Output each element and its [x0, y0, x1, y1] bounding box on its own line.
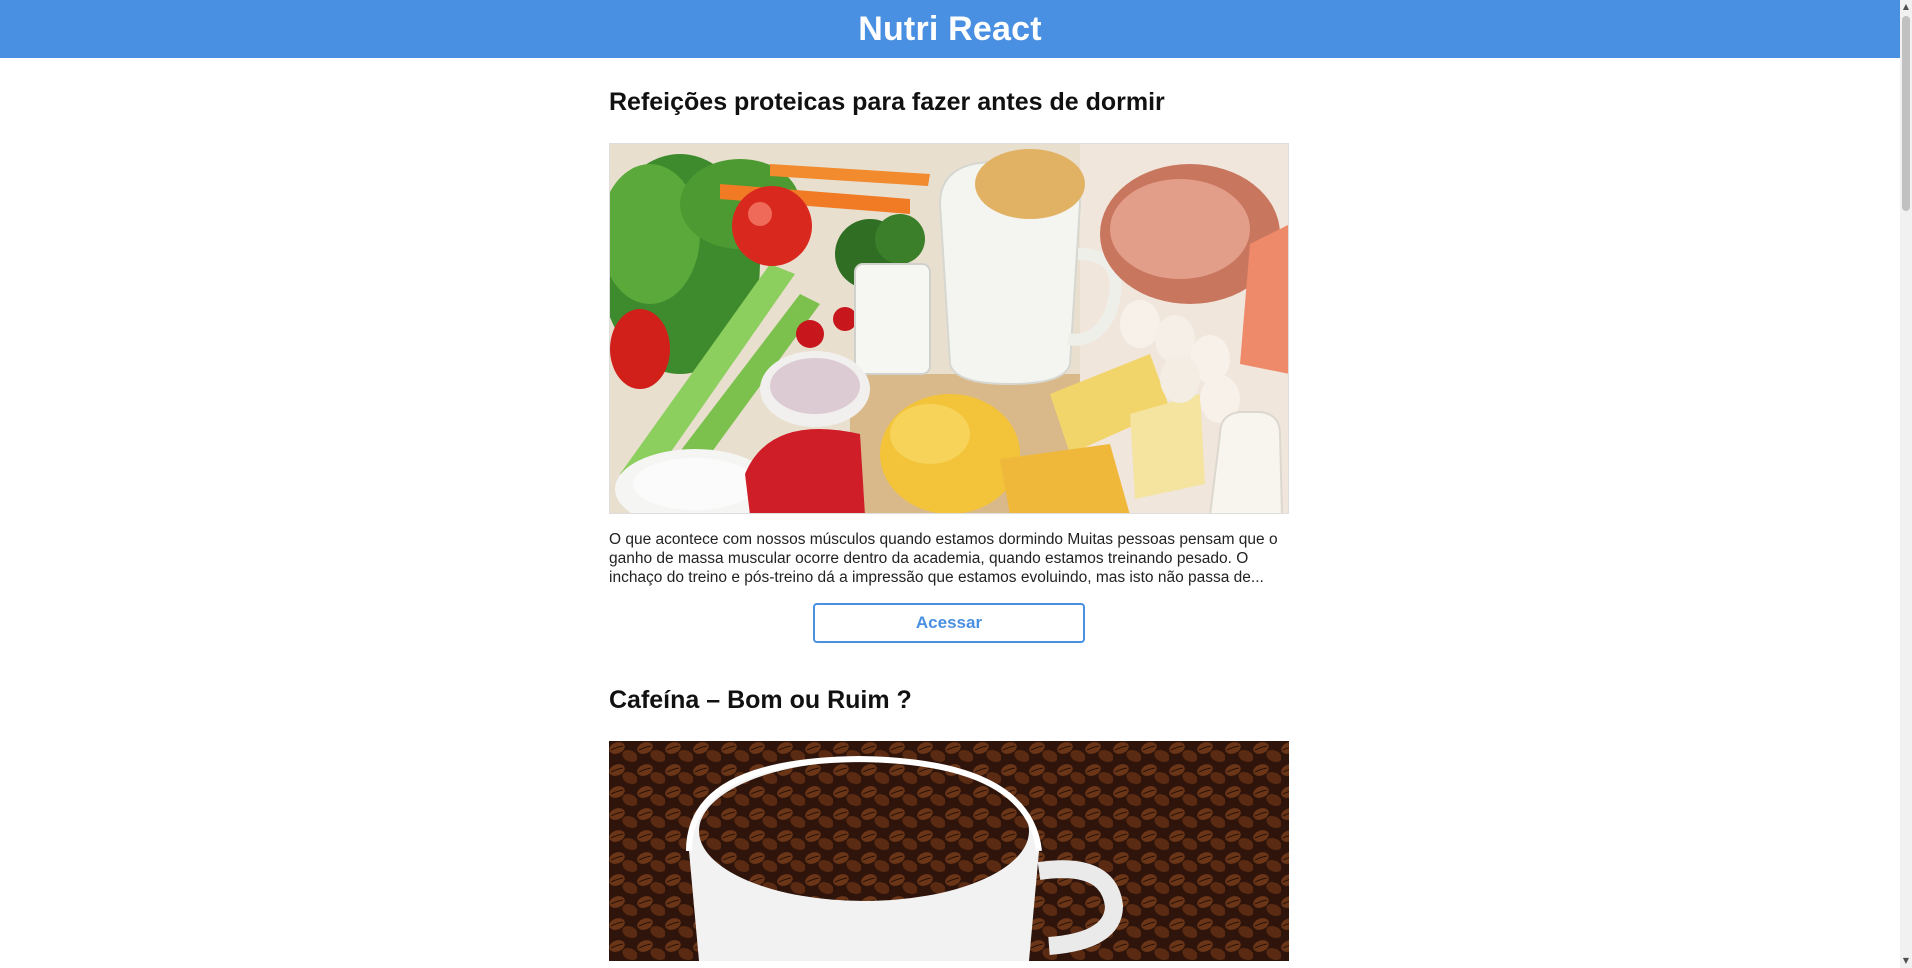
post-card: Cafeína – Bom ou Ruim ?	[609, 685, 1289, 961]
top-bar: Nutri React	[0, 0, 1900, 58]
scroll-up-arrow-icon[interactable]: ▲	[1900, 0, 1912, 14]
post-list: Refeições proteicas para fazer antes de …	[609, 58, 1289, 961]
access-post-button[interactable]: Acessar	[813, 602, 1085, 643]
vertical-scrollbar[interactable]: ▲ ▼	[1900, 0, 1912, 968]
site-title[interactable]: Nutri React	[858, 10, 1042, 49]
post-title: Refeições proteicas para fazer antes de …	[609, 88, 1165, 116]
post-excerpt: O que acontece com nossos músculos quand…	[609, 531, 1278, 586]
post-image-coffee-beans	[609, 740, 1289, 961]
post-title: Cafeína – Bom ou Ruim ?	[609, 685, 912, 714]
scroll-down-arrow-icon[interactable]: ▼	[1900, 954, 1912, 968]
post-image-protein-foods	[609, 143, 1289, 514]
post-actions: Acessar	[609, 602, 1289, 643]
scrollbar-thumb[interactable]	[1902, 16, 1910, 211]
post-card: Refeições proteicas para fazer antes de …	[609, 87, 1289, 643]
